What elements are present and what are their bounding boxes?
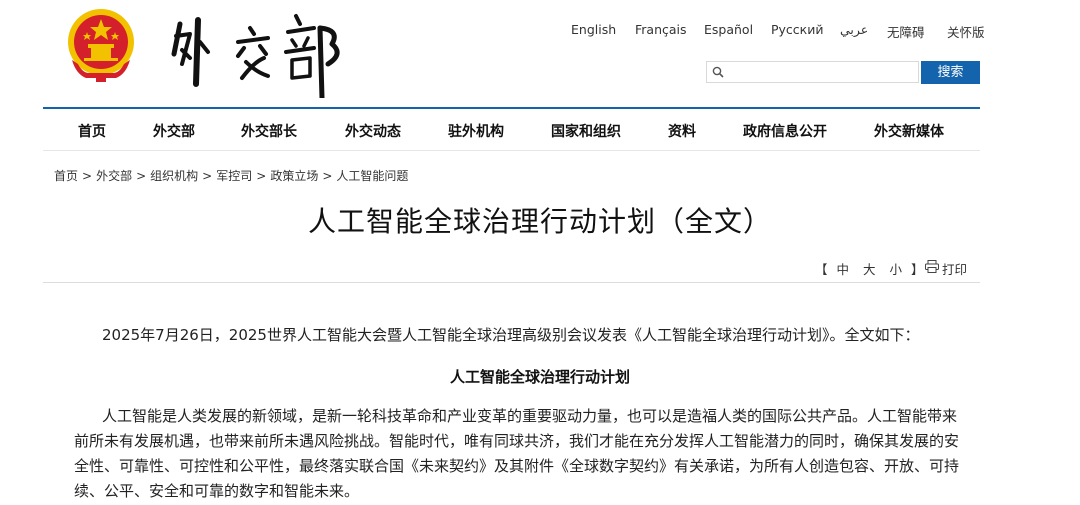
breadcrumb-separator: > <box>82 169 93 183</box>
article-subtitle: 人工智能全球治理行动计划 <box>449 368 630 386</box>
language-link-french[interactable]: Français <box>635 22 687 37</box>
nav-item-government-information[interactable]: 政府信息公开 <box>743 121 827 141</box>
font-size-bracket-open: 【 <box>815 262 828 277</box>
search-input[interactable] <box>727 63 919 83</box>
nav-item-ministry[interactable]: 外交部 <box>153 121 195 141</box>
national-emblem-logo[interactable] <box>66 8 136 84</box>
article-intro: 2025年7月26日，2025世界人工智能大会暨人工智能全球治理高级别会议发表《… <box>102 326 920 344</box>
font-size-small[interactable]: 小 <box>890 262 903 277</box>
page-title: 人工智能全球治理行动计划（全文） <box>307 205 772 238</box>
breadcrumb-separator: > <box>202 169 213 183</box>
elderly-mode-link[interactable]: 关怀版 <box>947 22 985 41</box>
mfa-calligraphy-logo[interactable] <box>168 6 350 98</box>
nav-item-new-media[interactable]: 外交新媒体 <box>874 121 944 141</box>
main-nav: 首页 外交部 外交部长 外交动态 驻外机构 国家和组织 资料 政府信息公开 外交… <box>43 110 980 150</box>
font-size-medium[interactable]: 大 <box>863 262 876 277</box>
breadcrumb-item-ai[interactable]: 人工智能问题 <box>336 169 408 183</box>
language-link-english[interactable]: English <box>571 22 616 37</box>
search-icon <box>712 66 724 78</box>
breadcrumb-item-ministry[interactable]: 外交部 <box>96 169 132 183</box>
nav-item-home[interactable]: 首页 <box>78 121 106 141</box>
language-link-arabic[interactable]: عربي <box>840 22 868 37</box>
nav-item-countries-organizations[interactable]: 国家和组织 <box>551 121 621 141</box>
nav-top-border <box>43 107 980 109</box>
print-button[interactable]: 打印 <box>925 259 967 278</box>
breadcrumb-item-home[interactable]: 首页 <box>54 169 78 183</box>
title-divider <box>43 282 980 283</box>
breadcrumb-separator: > <box>136 169 147 183</box>
accessibility-link[interactable]: 无障碍 <box>887 22 925 41</box>
print-label: 打印 <box>942 262 968 277</box>
breadcrumb-separator: > <box>322 169 333 183</box>
search-button[interactable]: 搜索 <box>921 61 980 84</box>
breadcrumb-separator: > <box>256 169 267 183</box>
search-box <box>706 61 919 83</box>
nav-bottom-border <box>43 150 980 151</box>
breadcrumb-item-organization[interactable]: 组织机构 <box>150 169 198 183</box>
breadcrumb-item-arms-control[interactable]: 军控司 <box>216 169 252 183</box>
nav-item-diplomatic-news[interactable]: 外交动态 <box>345 121 401 141</box>
breadcrumb-item-policy[interactable]: 政策立场 <box>270 169 318 183</box>
language-link-russian[interactable]: Русский <box>771 22 823 37</box>
font-size-bracket-close: 】 <box>911 262 924 277</box>
font-size-large[interactable]: 中 <box>837 262 850 277</box>
nav-item-resources[interactable]: 资料 <box>668 121 696 141</box>
nav-item-missions-abroad[interactable]: 驻外机构 <box>448 121 504 141</box>
nav-item-minister[interactable]: 外交部长 <box>241 121 297 141</box>
language-link-spanish[interactable]: Español <box>704 22 753 37</box>
font-size-controls: 【 中 大 小 】 <box>815 259 924 278</box>
article-paragraph: 人工智能是人类发展的新领域，是新一轮科技革命和产业变革的重要驱动力量，也可以是造… <box>74 407 960 500</box>
printer-icon <box>925 260 939 273</box>
breadcrumb: 首页 > 外交部 > 组织机构 > 军控司 > 政策立场 > 人工智能问题 <box>54 167 408 184</box>
